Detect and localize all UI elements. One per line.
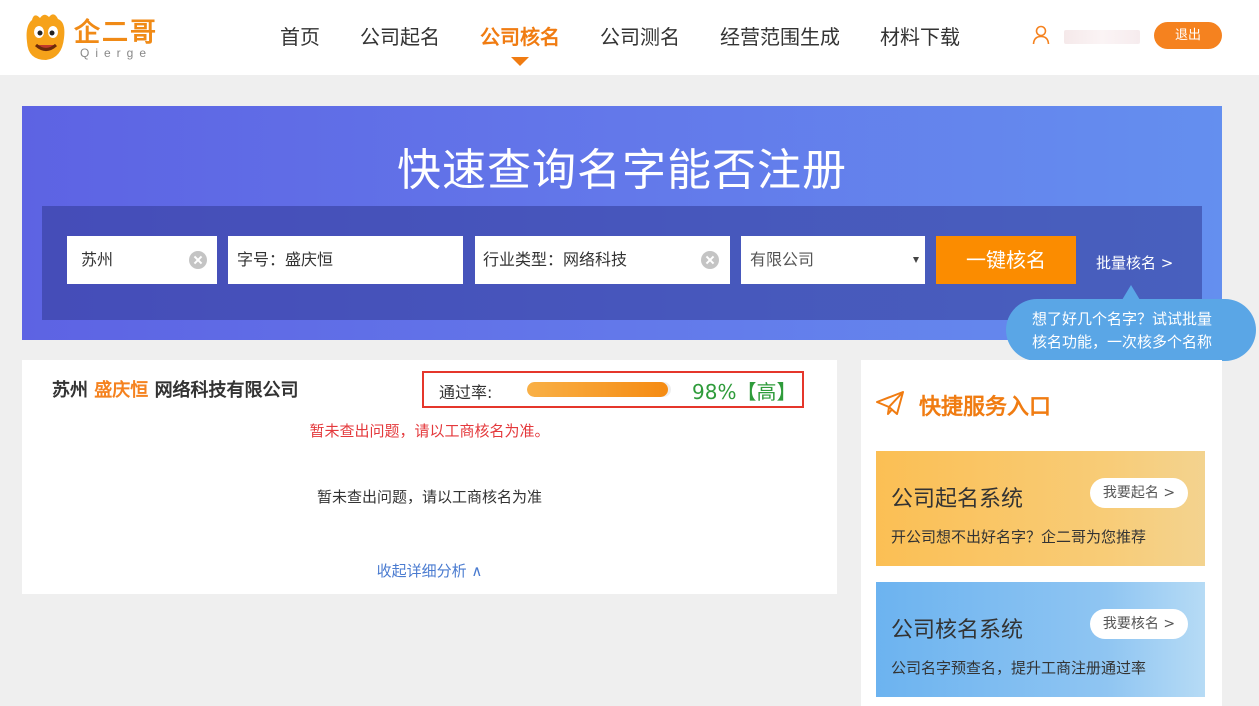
nav-company-test[interactable]: 公司测名: [600, 0, 680, 75]
pass-rate-track: [527, 382, 671, 397]
analysis-text: 暂未查出问题，请以工商核名为准: [316, 488, 542, 506]
company-city: 苏州: [52, 380, 88, 401]
quick-service-title: 快捷服务入口: [919, 395, 1052, 420]
brand-value: 盛庆恒: [285, 250, 334, 269]
company-brand: 盛庆恒: [94, 380, 149, 401]
brand-label: 字号：: [237, 250, 286, 269]
nav-company-naming[interactable]: 公司起名: [360, 0, 440, 75]
batch-check-link[interactable]: 批量核名 >: [1096, 252, 1173, 273]
want-check-button[interactable]: 我要核名 >: [1090, 609, 1188, 639]
pass-rate-value: 98%【高】: [692, 380, 797, 404]
industry-value: 网络科技: [563, 250, 628, 269]
clear-city-icon[interactable]: [189, 251, 207, 269]
brand-input[interactable]: 字号：盛庆恒: [228, 236, 463, 284]
pass-rate-bar: [527, 382, 669, 397]
site-logo[interactable]: 企二哥 Qierge: [22, 8, 162, 68]
tooltip-line-2: 核名功能，一次核多个名称: [1032, 333, 1213, 351]
company-suffix: 网络科技有限公司: [154, 380, 299, 401]
industry-input[interactable]: 行业类型：网络科技: [475, 236, 730, 284]
card-description: 公司名字预查名，提升工商注册通过率: [891, 659, 1147, 677]
company-name: 苏州 盛庆恒 网络科技有限公司: [52, 376, 299, 402]
mascot-logo-icon: [26, 14, 65, 60]
card-title: 公司起名系统: [891, 487, 1024, 512]
logo-text: 企二哥: [74, 18, 159, 48]
collapse-analysis-link[interactable]: 收起详细分析 ∧: [22, 560, 837, 581]
naming-system-card[interactable]: 公司起名系统 我要起名 > 开公司想不出好名字？企二哥为您推荐: [876, 451, 1205, 566]
result-card: 苏州 盛庆恒 网络科技有限公司 通过率: 98%【高】 暂未查出问题，请以工商核…: [22, 360, 837, 594]
pass-rate-label: 通过率:: [439, 383, 493, 402]
dropdown-caret-icon: [913, 257, 919, 263]
main-nav: 首页 公司起名 公司核名 公司测名 经营范围生成 材料下载: [260, 0, 980, 75]
nav-business-scope[interactable]: 经营范围生成: [720, 0, 840, 75]
logo-subtext: Qierge: [80, 46, 153, 60]
nav-company-check[interactable]: 公司核名: [480, 0, 560, 75]
card-description: 开公司想不出好名字？企二哥为您推荐: [891, 528, 1147, 546]
username-blurred: [1064, 30, 1140, 44]
warning-text: 暂未查出问题，请以工商核名为准。: [309, 422, 550, 440]
batch-tooltip: 想了好几个名字？试试批量 核名功能，一次核多个名称: [1006, 285, 1256, 361]
quick-service-panel: 快捷服务入口 公司起名系统 我要起名 > 开公司想不出好名字？企二哥为您推荐 公…: [861, 360, 1222, 706]
company-type-select[interactable]: 有限公司: [741, 236, 925, 284]
logout-button[interactable]: 退出: [1154, 22, 1222, 49]
pass-rate-box: 通过率: 98%【高】: [422, 371, 804, 408]
paper-plane-icon: [876, 391, 904, 415]
top-header: 企二哥 Qierge 首页 公司起名 公司核名 公司测名 经营范围生成 材料下载…: [0, 0, 1259, 75]
banner-title: 快速查询名字能否注册: [397, 145, 847, 196]
check-system-card[interactable]: 公司核名系统 我要核名 > 公司名字预查名，提升工商注册通过率: [876, 582, 1205, 697]
clear-industry-icon[interactable]: [701, 251, 719, 269]
company-type-value: 有限公司: [750, 250, 815, 269]
nav-home[interactable]: 首页: [280, 0, 320, 75]
city-input[interactable]: 苏州: [67, 236, 217, 284]
card-title: 公司核名系统: [891, 618, 1024, 643]
nav-downloads[interactable]: 材料下载: [880, 0, 960, 75]
city-value: 苏州: [81, 250, 114, 269]
user-icon[interactable]: [1032, 25, 1050, 45]
active-indicator-arrow: [511, 57, 529, 66]
want-naming-button[interactable]: 我要起名 >: [1090, 478, 1188, 508]
industry-label: 行业类型：: [483, 250, 564, 269]
one-click-check-button[interactable]: 一键核名: [936, 236, 1076, 284]
tooltip-line-1: 想了好几个名字？试试批量: [1032, 310, 1213, 328]
